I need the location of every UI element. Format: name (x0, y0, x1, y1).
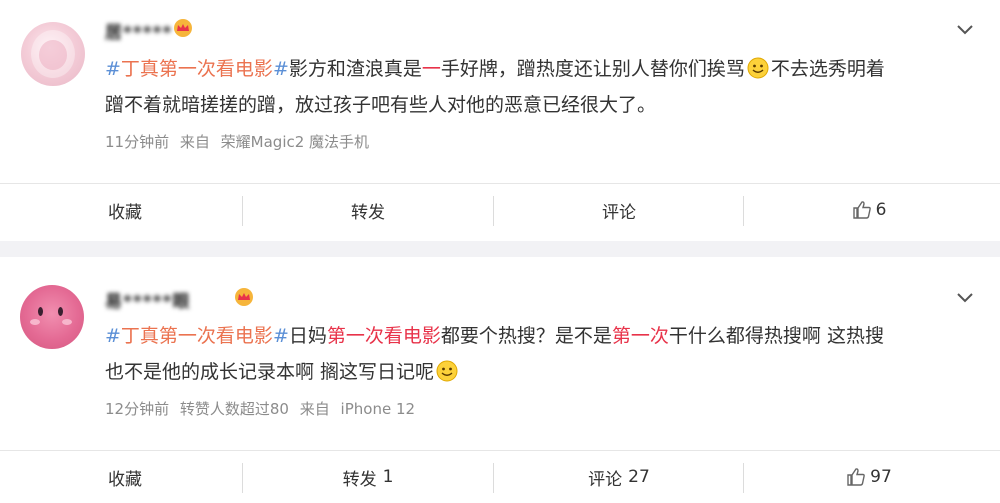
thumbs-up-icon (852, 201, 871, 219)
thumbs-up-icon (847, 468, 865, 486)
comment-text: #丁真第一次看电影#影方和渣浪真是一手好牌，蹭热度还让别人替你们挨骂 不去选秀明着… (105, 57, 885, 116)
hashtag-link[interactable]: #丁真第一次看电影# (105, 58, 289, 80)
post-meta: 12分钟前 转赞人数超过80 来自 iPhone 12 (105, 400, 416, 418)
weibo-comment-card: 居***** #丁真第一次看电影#影方和渣浪真是一手好牌，蹭热度还让别人替你们挨… (0, 0, 1000, 241)
post-meta: 11分钟前 来自 荣耀Magic2 魔法手机 (105, 133, 370, 151)
source-device: iPhone 12 (340, 400, 416, 418)
comment-button[interactable]: 评论 (494, 184, 744, 236)
repost-button[interactable]: 转发 (243, 184, 493, 236)
hashtag-link[interactable]: #丁真第一次看电影# (105, 325, 289, 347)
crown-badge-icon (235, 288, 253, 306)
comment-text: #丁真第一次看电影#日妈第一次看电影都要个热搜？是不是第一次干什么都得热搜啊 这… (105, 325, 884, 383)
favorite-button[interactable]: 收藏 (0, 184, 250, 236)
weibo-comment-card: 易*****眼 #丁真第一次看电影#日妈第一次看电影都要个热搜？是不是第一次干什… (0, 257, 1000, 503)
chevron-down-icon[interactable] (956, 292, 974, 304)
action-bar: 收藏 转发 1 评论 27 97 (0, 451, 1000, 503)
like-button[interactable]: 97 (744, 451, 994, 503)
smile-emoji-icon (436, 360, 458, 382)
chevron-down-icon[interactable] (956, 24, 974, 36)
crown-badge-icon (174, 19, 192, 37)
favorite-button[interactable]: 收藏 (0, 451, 250, 503)
engagement-note: 转赞人数超过80 (179, 400, 289, 418)
card-separator (0, 241, 1000, 257)
source-device: 荣耀Magic2 魔法手机 (220, 133, 370, 151)
action-bar: 收藏 转发 评论 6 (0, 184, 1000, 236)
like-count: 6 (875, 200, 887, 220)
comment-count: 27 (628, 467, 650, 487)
like-count: 97 (870, 467, 892, 487)
repost-count: 1 (382, 467, 394, 487)
like-button[interactable]: 6 (744, 184, 994, 236)
timestamp: 11分钟前 (105, 133, 170, 151)
comment-button[interactable]: 评论 27 (494, 451, 744, 503)
repost-button[interactable]: 转发 1 (243, 451, 493, 503)
username[interactable]: 居***** (105, 18, 172, 43)
smile-emoji-icon (747, 57, 769, 79)
avatar[interactable] (20, 285, 84, 349)
timestamp: 12分钟前 (105, 400, 170, 418)
username[interactable]: 易*****眼 (105, 287, 190, 312)
avatar[interactable] (21, 22, 85, 86)
